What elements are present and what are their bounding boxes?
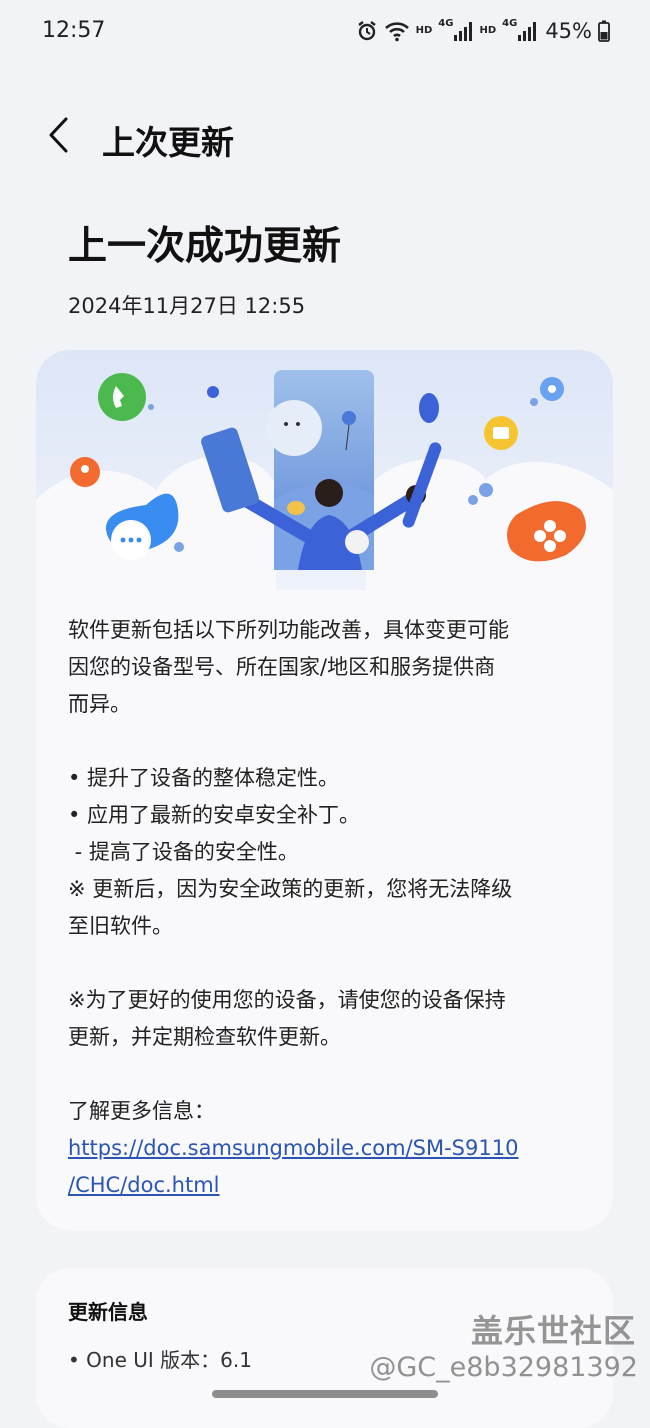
intro-line: 因您的设备型号、所在国家/地区和服务提供商: [68, 655, 496, 679]
status-time: 12:57: [42, 18, 106, 43]
bullet-stability: • 提升了设备的整体稳定性。: [68, 766, 340, 790]
status-icons: HD 4G HD 4G 45%: [356, 16, 610, 46]
chevron-left-icon: [46, 116, 70, 158]
hd-label: HD: [479, 25, 497, 36]
downgrade-note-line: 至旧软件。: [68, 914, 173, 938]
release-notes-text: 软件更新包括以下所列功能改善，具体变更可能 因您的设备型号、所在国家/地区和服务…: [68, 612, 588, 1204]
watermark-site: 盖乐世社区: [470, 1312, 636, 1350]
app-bar: 上次更新: [0, 100, 650, 180]
battery-percent: 45%: [545, 19, 592, 43]
intro-line: 软件更新包括以下所列功能改善，具体变更可能: [68, 618, 509, 642]
update-illustration: [36, 350, 613, 590]
signal-icon: 4G: [438, 18, 473, 42]
network-label: 4G: [502, 18, 518, 29]
tip-line: 更新，并定期检查软件更新。: [68, 1025, 341, 1049]
more-info-label: 了解更多信息：: [68, 1099, 215, 1123]
signal-icon: 4G: [502, 18, 537, 42]
doc-link[interactable]: https://doc.samsungmobile.com/SM-S9110: [68, 1136, 518, 1160]
back-button[interactable]: [36, 112, 80, 162]
release-notes-card: 软件更新包括以下所列功能改善，具体变更可能 因您的设备型号、所在国家/地区和服务…: [36, 350, 613, 1230]
hd-label: HD: [415, 25, 433, 36]
downgrade-note-line: ※ 更新后，因为安全政策的更新，您将无法降级: [68, 877, 513, 901]
watermark-user: @GC_e8b32981392: [369, 1352, 638, 1383]
tip-line: ※为了更好的使用您的设备，请使您的设备保持: [68, 988, 506, 1012]
doc-link[interactable]: /CHC/doc.html: [68, 1173, 220, 1197]
page-title: 上一次成功更新: [68, 224, 342, 269]
header-title: 上次更新: [102, 123, 234, 162]
alarm-icon: [356, 20, 378, 42]
network-label: 4G: [438, 18, 454, 29]
one-ui-version: • One UI 版本：6.1: [68, 1348, 252, 1372]
wifi-icon: [384, 20, 410, 42]
bullet-security-patch: • 应用了最新的安卓安全补丁。: [68, 803, 361, 827]
status-bar: 12:57 HD 4G HD 4G 45%: [0, 0, 650, 64]
update-date: 2024年11月27日 12:55: [68, 294, 306, 318]
sub-bullet-security: - 提高了设备的安全性。: [68, 840, 299, 864]
intro-line: 而异。: [68, 692, 131, 716]
battery-icon: [598, 20, 610, 42]
update-info-title: 更新信息: [68, 1300, 148, 1324]
home-indicator[interactable]: [212, 1390, 438, 1398]
